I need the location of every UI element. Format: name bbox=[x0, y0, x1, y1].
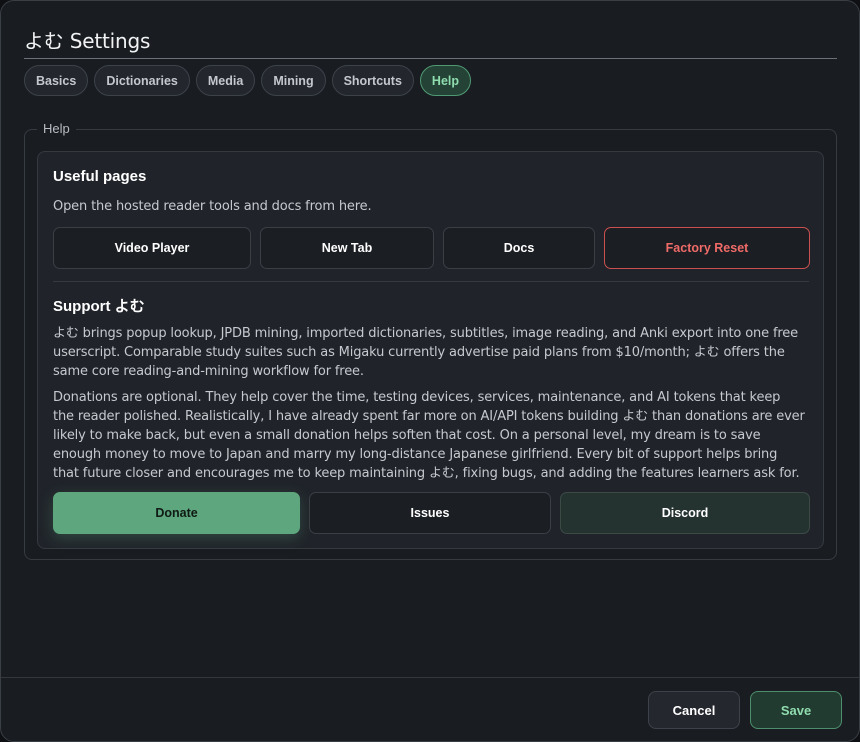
help-fieldset: Help Useful pages Open the hosted reader… bbox=[24, 121, 837, 560]
issues-button[interactable]: Issues bbox=[309, 492, 551, 534]
tab-help[interactable]: Help bbox=[419, 65, 472, 96]
help-legend: Help bbox=[37, 121, 76, 136]
support-paragraph-2: Donations are optional. They help cover … bbox=[53, 390, 805, 481]
docs-button[interactable]: Docs bbox=[443, 227, 595, 269]
section-divider bbox=[53, 281, 809, 282]
cancel-button[interactable]: Cancel bbox=[648, 691, 740, 729]
tab-dictionaries[interactable]: Dictionaries bbox=[94, 65, 190, 96]
tab-mining[interactable]: Mining bbox=[261, 65, 326, 96]
settings-dialog: よむ Settings Basics Dictionaries Media Mi… bbox=[0, 0, 860, 742]
tab-media[interactable]: Media bbox=[195, 65, 256, 96]
useful-pages-description: Open the hosted reader tools and docs fr… bbox=[53, 199, 372, 214]
tab-bar: Basics Dictionaries Media Mining Shortcu… bbox=[24, 65, 472, 96]
tab-shortcuts[interactable]: Shortcuts bbox=[331, 65, 414, 96]
dialog-title: よむ Settings bbox=[24, 25, 837, 59]
donate-button[interactable]: Donate bbox=[53, 492, 300, 534]
help-card: Useful pages Open the hosted reader tool… bbox=[37, 151, 824, 549]
support-paragraph-1: よむ brings popup lookup, JPDB mining, imp… bbox=[53, 326, 798, 379]
useful-pages-heading: Useful pages bbox=[53, 168, 147, 185]
support-heading: Support よむ bbox=[53, 298, 145, 315]
discord-button[interactable]: Discord bbox=[560, 492, 810, 534]
new-tab-button[interactable]: New Tab bbox=[260, 227, 434, 269]
video-player-button[interactable]: Video Player bbox=[53, 227, 251, 269]
tab-basics[interactable]: Basics bbox=[24, 65, 89, 96]
factory-reset-button[interactable]: Factory Reset bbox=[604, 227, 810, 269]
save-button[interactable]: Save bbox=[750, 691, 842, 729]
footer-divider bbox=[1, 677, 859, 678]
